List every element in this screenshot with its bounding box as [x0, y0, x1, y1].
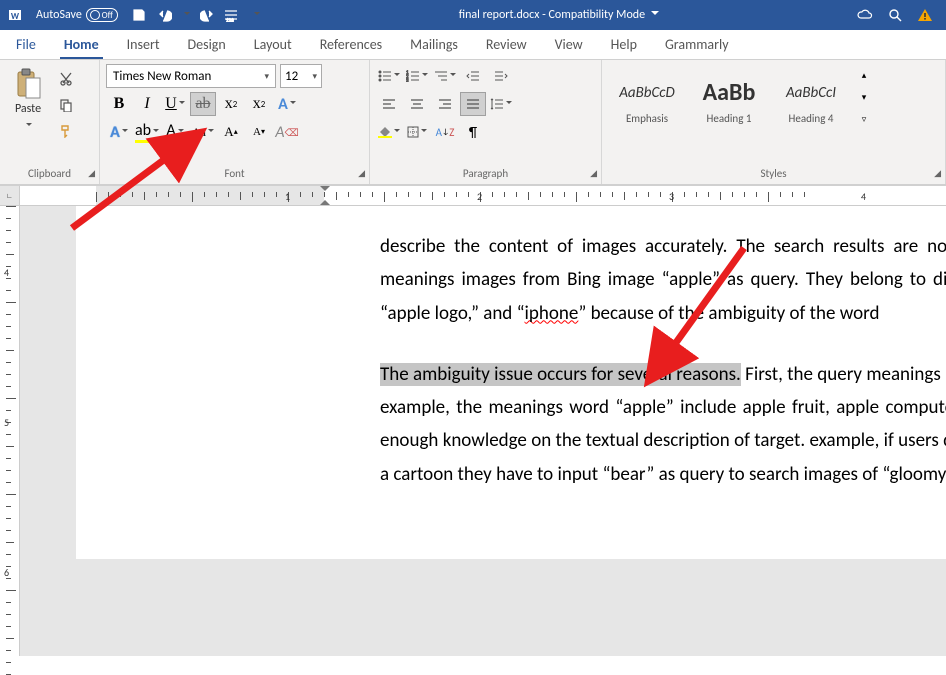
group-styles: AaBbCcDEmphasisAaBbHeading 1AaBbCcIHeadi… [602, 60, 946, 184]
autosave-toggle[interactable]: AutoSave Off [30, 8, 124, 22]
word-app-icon[interactable]: W [4, 4, 26, 26]
tab-review[interactable]: Review [482, 32, 531, 59]
style-heading-1[interactable]: AaBbHeading 1 [690, 64, 768, 134]
font-dialog-icon[interactable]: ◢ [358, 166, 365, 182]
align-center-button[interactable] [404, 92, 430, 116]
line-numbering-icon[interactable]: 123 [222, 4, 244, 26]
title-bar: W AutoSave Off 123 final report.docx - C… [0, 0, 946, 30]
font-size-select[interactable]: 12▾ [280, 64, 322, 88]
document-page[interactable]: describe the content of images accuratel… [76, 206, 946, 559]
shading-button[interactable] [376, 120, 402, 144]
italic-button[interactable]: I [134, 92, 160, 116]
compat-mode-dropdown[interactable]: Compatibility Mode [549, 8, 660, 22]
line-spacing-button[interactable] [488, 92, 514, 116]
horizontal-ruler[interactable]: 1234 [20, 186, 946, 206]
borders-button[interactable] [404, 120, 430, 144]
subscript-button[interactable]: x2 [218, 92, 244, 116]
text-outline-button[interactable]: A [106, 120, 132, 144]
shrink-font-button[interactable]: A▾ [246, 120, 272, 144]
tab-file[interactable]: File [12, 32, 40, 59]
styles-nav-0[interactable]: ▴ [856, 64, 872, 86]
grow-font-button[interactable]: A▴ [218, 120, 244, 144]
clipboard-dialog-icon[interactable]: ◢ [88, 166, 95, 182]
strikethrough-button[interactable]: ab [190, 92, 216, 116]
bullets-button[interactable] [376, 64, 402, 88]
style-heading-4[interactable]: AaBbCcIHeading 4 [772, 64, 850, 134]
selected-text[interactable]: The ambiguity issue occurs for several r… [380, 363, 741, 386]
align-right-button[interactable] [432, 92, 458, 116]
quick-access-toolbar: W AutoSave Off 123 [4, 4, 264, 26]
superscript-button[interactable]: x2 [246, 92, 272, 116]
sort-button[interactable]: A↓Z [432, 120, 458, 144]
paragraph-2[interactable]: The ambiguity issue occurs for several r… [380, 358, 946, 491]
font-color-button[interactable]: A [162, 120, 188, 144]
group-clipboard: Paste Clipboard◢ [0, 60, 100, 184]
tab-help[interactable]: Help [607, 32, 641, 59]
undo-icon[interactable] [154, 4, 176, 26]
tab-view[interactable]: View [551, 32, 587, 59]
svg-text:123: 123 [226, 18, 234, 22]
styles-nav-1[interactable]: ▾ [856, 86, 872, 108]
cloud-icon[interactable] [854, 4, 876, 26]
tab-layout[interactable]: Layout [250, 32, 296, 59]
increase-indent-button[interactable] [488, 64, 514, 88]
svg-text:W: W [11, 11, 20, 22]
tab-design[interactable]: Design [184, 32, 230, 59]
align-left-button[interactable] [376, 92, 402, 116]
paste-button[interactable]: Paste [6, 64, 50, 124]
style-emphasis[interactable]: AaBbCcDEmphasis [608, 64, 686, 134]
redo-icon[interactable] [196, 4, 218, 26]
clear-formatting-button[interactable]: A⌫ [274, 120, 300, 144]
decrease-indent-button[interactable] [460, 64, 486, 88]
vertical-ruler[interactable]: 456 [0, 206, 20, 656]
paragraph-1[interactable]: describe the content of images accuratel… [380, 230, 946, 330]
cut-button[interactable] [54, 68, 78, 90]
save-icon[interactable] [128, 4, 150, 26]
styles-nav-2[interactable]: ▿ [856, 108, 872, 130]
justify-button[interactable] [460, 92, 486, 116]
ribbon: Paste Clipboard◢ Times New Roman▾ 12▾ B … [0, 60, 946, 186]
ribbon-tabs: File Home Insert Design Layout References Mail… [0, 30, 946, 60]
tab-insert[interactable]: Insert [123, 32, 164, 59]
multilevel-list-button[interactable] [432, 64, 458, 88]
tab-grammarly[interactable]: Grammarly [661, 32, 733, 59]
document-area: 456 describe the content of images accur… [0, 206, 946, 656]
search-icon[interactable] [884, 4, 906, 26]
warning-icon[interactable] [914, 4, 936, 26]
show-marks-button[interactable]: ¶ [460, 120, 486, 144]
undo-dropdown-icon[interactable] [180, 4, 192, 26]
highlight-button[interactable]: ab [134, 120, 160, 144]
ruler-corner: ∟ [0, 186, 20, 206]
window-title: final report.docx - Compatibility Mode [264, 8, 854, 22]
copy-button[interactable] [54, 94, 78, 116]
group-paragraph: 123 A↓Z ¶ Paragraph◢ [370, 60, 602, 184]
svg-text:3: 3 [406, 78, 409, 82]
qat-customize-icon[interactable] [248, 4, 264, 26]
autosave-label: AutoSave [36, 8, 82, 22]
tab-mailings[interactable]: Mailings [406, 32, 462, 59]
group-font: Times New Roman▾ 12▾ B I U ab x2 x2 A A … [100, 60, 370, 184]
numbering-button[interactable]: 123 [404, 64, 430, 88]
text-effects-button[interactable]: A [274, 92, 300, 116]
change-case-button[interactable]: Aa [190, 120, 216, 144]
bold-button[interactable]: B [106, 92, 132, 116]
underline-button[interactable]: U [162, 92, 188, 116]
tab-references[interactable]: References [316, 32, 386, 59]
tab-home[interactable]: Home [60, 32, 103, 59]
font-family-select[interactable]: Times New Roman▾ [106, 64, 276, 88]
styles-dialog-icon[interactable]: ◢ [934, 166, 941, 182]
paragraph-dialog-icon[interactable]: ◢ [590, 166, 597, 182]
format-painter-button[interactable] [54, 120, 78, 142]
